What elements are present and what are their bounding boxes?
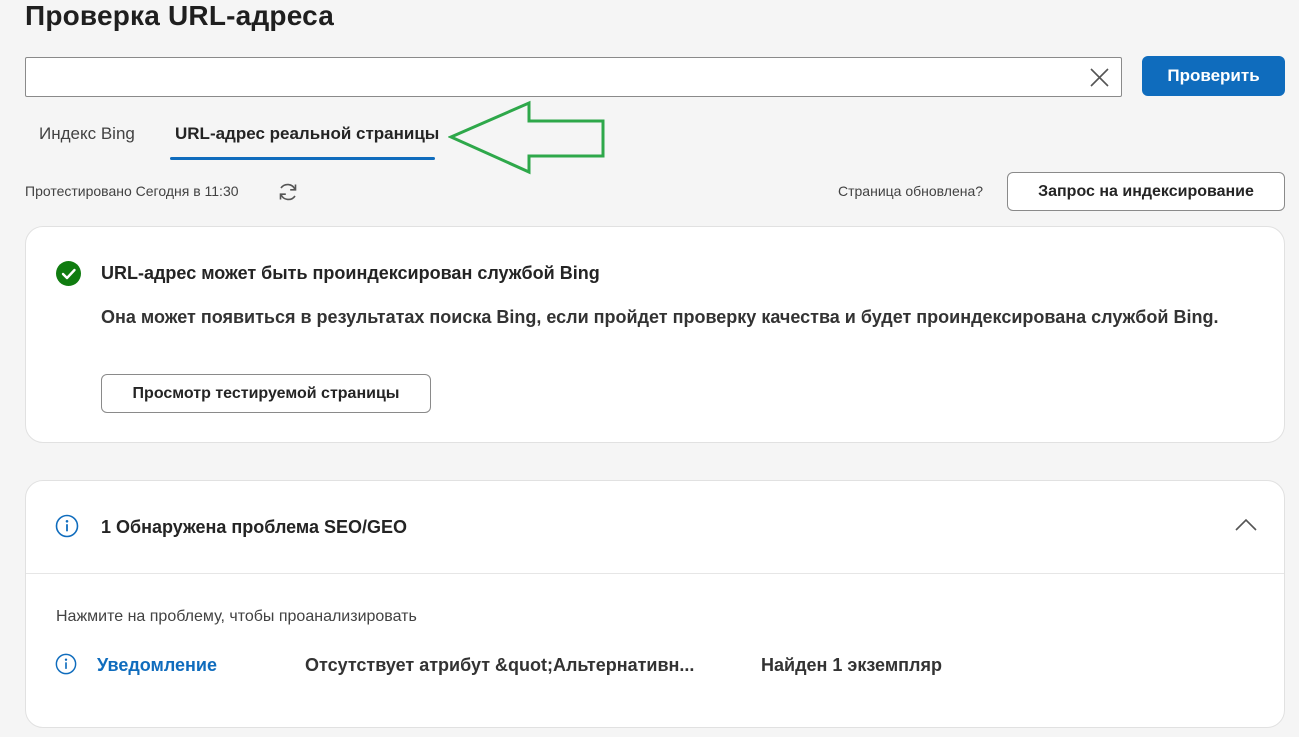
tab-bing-index[interactable]: Индекс Bing [39,124,135,144]
check-circle-icon [56,261,81,286]
refresh-icon[interactable] [276,180,300,204]
tested-timestamp: Протестировано Сегодня в 11:30 [25,183,239,199]
url-input[interactable] [26,58,1121,96]
request-indexing-button[interactable]: Запрос на индексирование [1007,172,1285,211]
seo-issues-card: 1 Обнаружена проблема SEO/GEO Нажмите на… [25,480,1285,728]
info-icon [55,514,79,538]
info-icon [55,653,77,675]
issue-description: Отсутствует атрибут &quot;Альтернативн..… [305,655,695,675]
issue-row[interactable]: Уведомление Отсутствует атрибут &quot;Ал… [26,641,1284,689]
view-tested-page-button[interactable]: Просмотр тестируемой страницы [101,374,431,413]
active-tab-indicator [170,157,435,160]
tab-live-url[interactable]: URL-адрес реальной страницы [175,124,439,144]
chevron-up-icon[interactable] [1234,516,1258,532]
issues-title: 1 Обнаружена проблема SEO/GEO [101,517,408,537]
page-updated-label: Страница обновлена? [838,183,984,199]
page-title: Проверка URL-адреса [25,0,335,31]
indexability-title: URL-адрес может быть проиндексирован слу… [101,263,600,283]
url-inspection-page: Проверка URL-адреса Проверить Индекс Bin… [0,0,1299,737]
issue-level-link[interactable]: Уведомление [97,655,217,676]
indexability-card: URL-адрес может быть проиндексирован слу… [25,226,1285,443]
indexability-description: Она может появиться в результатах поиска… [101,307,1219,327]
check-button[interactable]: Проверить [1142,56,1285,96]
issues-header[interactable]: 1 Обнаружена проблема SEO/GEO [26,481,1284,574]
issue-instance-count: Найден 1 экземпляр [761,655,942,675]
url-field[interactable] [25,57,1122,97]
issues-hint: Нажмите на проблему, чтобы проанализиров… [56,608,417,625]
arrow-left-icon [448,100,605,175]
close-icon[interactable] [1089,67,1110,88]
